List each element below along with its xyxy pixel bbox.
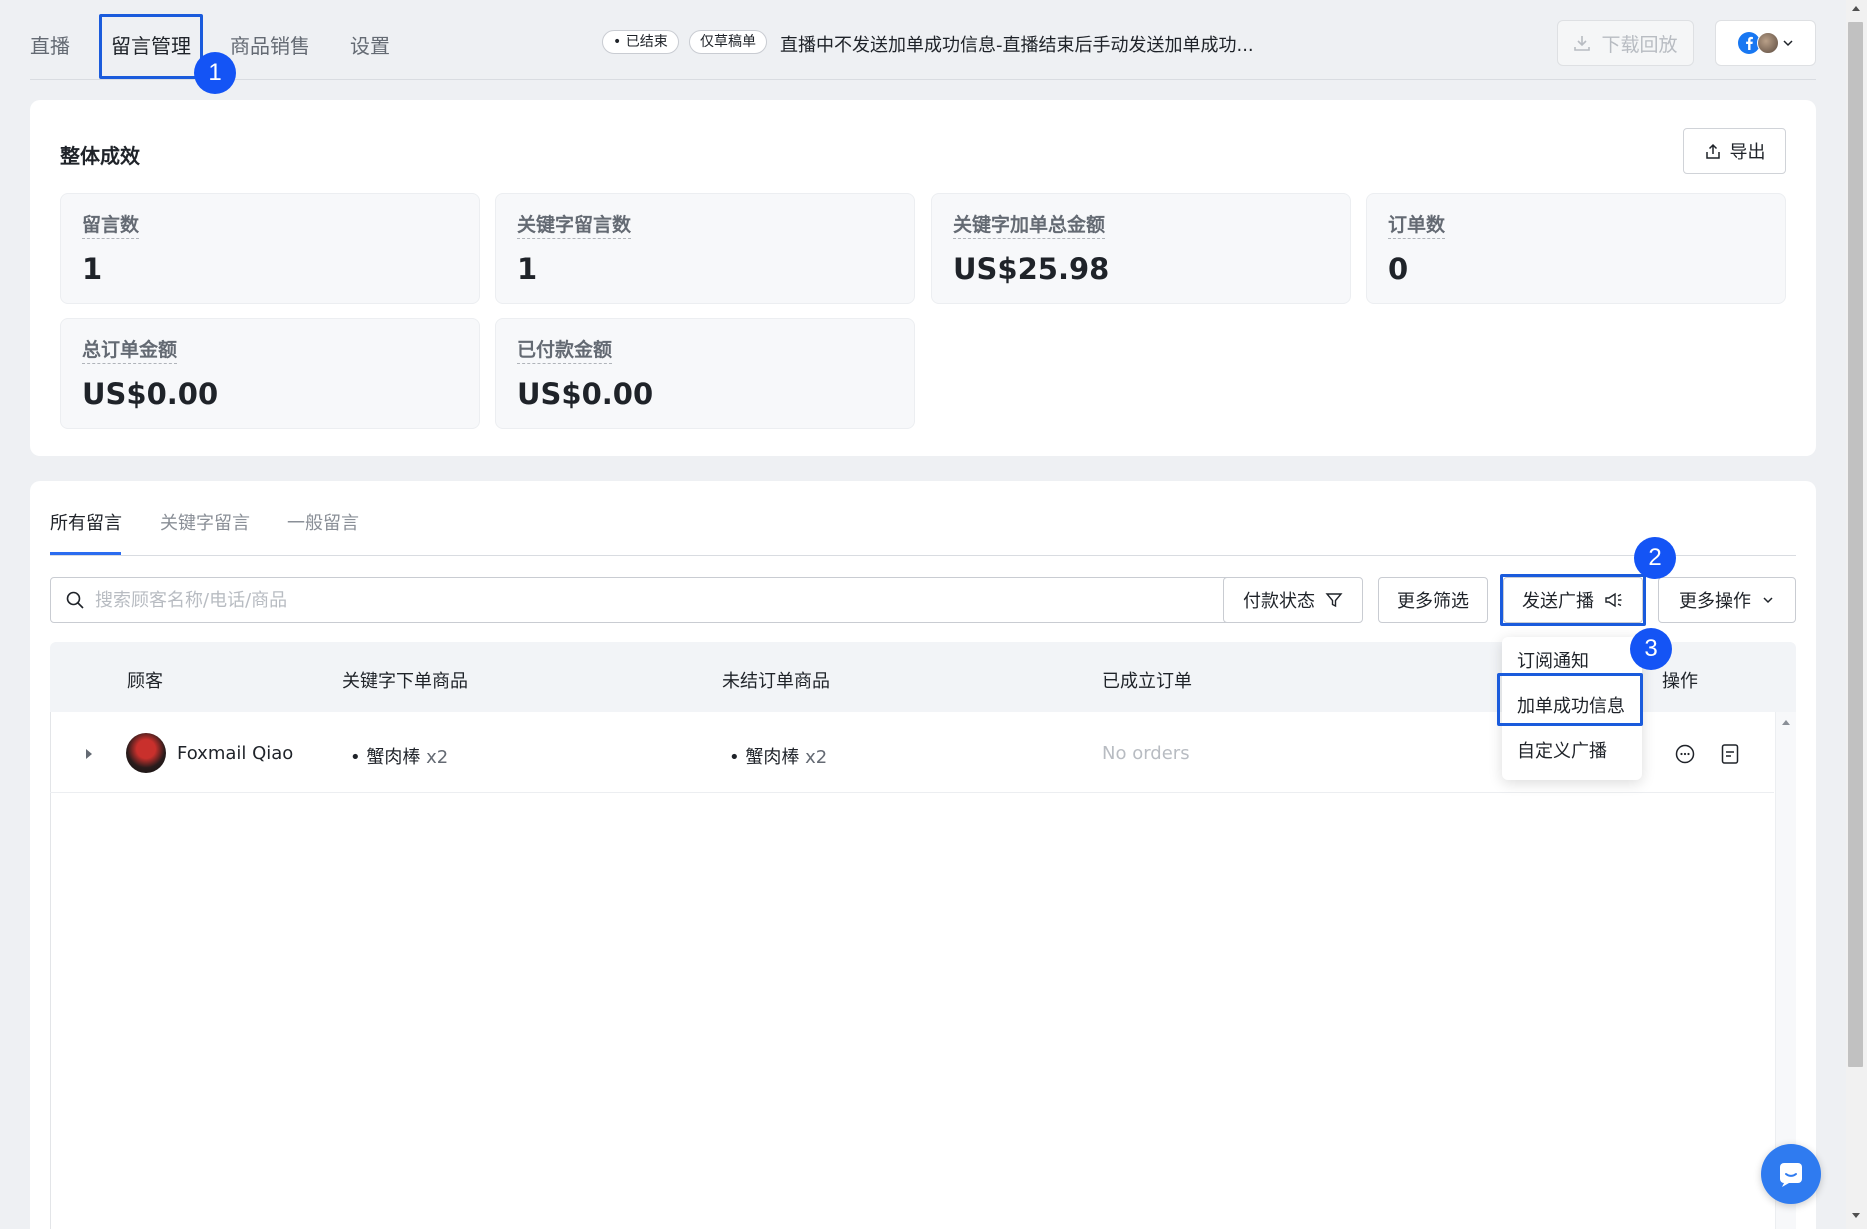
stat-label: 总订单金额 xyxy=(82,335,178,364)
open-item-name: 蟹肉棒 xyxy=(745,747,800,768)
keyword-item-name: 蟹肉棒 xyxy=(366,747,421,768)
stat-keyword-comments: 关键字留言数 1 xyxy=(495,193,915,304)
keyword-item: • 蟹肉棒 x2 xyxy=(350,747,449,768)
stat-value: 1 xyxy=(517,252,538,286)
draft-only-badge: 仅草稿单 xyxy=(689,30,767,54)
stat-label: 关键字加单总金额 xyxy=(953,210,1106,239)
open-item: • 蟹肉棒 x2 xyxy=(729,747,828,768)
highlight-box-comment-tab xyxy=(99,14,203,79)
chevron-down-icon xyxy=(1763,597,1773,604)
payment-status-filter[interactable]: 付款状态 xyxy=(1223,577,1363,623)
column-header-orders: 已成立订单 xyxy=(1102,671,1192,692)
stat-value: 1 xyxy=(82,252,103,286)
account-switcher[interactable] xyxy=(1715,20,1816,66)
stat-paid-amount: 已付款金额 US$0.00 xyxy=(495,318,915,429)
more-filters-button[interactable]: 更多筛选 xyxy=(1378,577,1488,623)
live-title: 直播中不发送加单成功信息-直播结束后手动发送加单成功... xyxy=(780,35,1254,56)
stat-order-count: 订单数 0 xyxy=(1366,193,1786,304)
stat-value: US$0.00 xyxy=(517,377,654,411)
download-replay-button[interactable]: 下载回放 xyxy=(1557,20,1694,66)
more-filters-label: 更多筛选 xyxy=(1397,591,1469,612)
tab-general-comments[interactable]: 一般留言 xyxy=(287,509,359,535)
keyword-item-qty: x2 xyxy=(426,747,449,768)
export-icon xyxy=(1705,143,1720,159)
message-icon[interactable] xyxy=(1674,743,1696,765)
stat-comments: 留言数 1 xyxy=(60,193,480,304)
column-header-open-items: 未结订单商品 xyxy=(722,671,830,692)
highlight-box-add-order-success xyxy=(1497,673,1643,726)
chat-support-button[interactable] xyxy=(1761,1144,1821,1204)
active-tab-indicator xyxy=(50,552,121,555)
filter-icon xyxy=(1325,593,1343,608)
stat-label: 已付款金额 xyxy=(517,335,613,364)
stat-label: 关键字留言数 xyxy=(517,210,632,239)
more-actions-label: 更多操作 xyxy=(1679,591,1751,612)
status-badge: • 已结束 xyxy=(602,30,679,54)
column-header-customer: 顾客 xyxy=(127,671,163,692)
scroll-up-arrow-icon[interactable] xyxy=(1851,4,1861,12)
step-badge-3: 3 xyxy=(1630,628,1672,670)
export-button[interactable]: 导出 xyxy=(1683,128,1786,174)
scroll-up-arrow-icon[interactable] xyxy=(1781,718,1791,726)
tab-live[interactable]: 直播 xyxy=(30,30,70,59)
avatar xyxy=(126,733,166,773)
page-scroll-thumb[interactable] xyxy=(1848,22,1863,1067)
chat-icon xyxy=(1780,1163,1802,1187)
orders-value: No orders xyxy=(1102,743,1190,764)
comments-card: 所有留言 关键字留言 一般留言 付款状态 更多筛选 发送广播 更多操作 顾客 关… xyxy=(30,481,1816,1229)
customer-name[interactable]: Foxmail Qiao xyxy=(177,743,293,764)
download-icon xyxy=(1574,36,1591,51)
stat-value: US$0.00 xyxy=(82,377,219,411)
chevron-down-icon xyxy=(1782,40,1793,47)
highlight-box-broadcast xyxy=(1500,574,1646,626)
stat-keyword-order-total: 关键字加单总金额 US$25.98 xyxy=(931,193,1351,304)
stat-value: 0 xyxy=(1388,252,1409,286)
column-header-actions: 操作 xyxy=(1662,671,1698,692)
stat-total-order-amount: 总订单金额 US$0.00 xyxy=(60,318,480,429)
stat-label: 留言数 xyxy=(82,210,140,239)
download-replay-label: 下载回放 xyxy=(1601,33,1678,56)
more-actions-button[interactable]: 更多操作 xyxy=(1658,577,1796,623)
step-badge-1: 1 xyxy=(194,52,236,94)
scroll-down-arrow-icon[interactable] xyxy=(1851,1212,1861,1220)
account-avatar xyxy=(1756,32,1779,54)
tab-all-comments[interactable]: 所有留言 xyxy=(50,509,122,535)
stat-value: US$25.98 xyxy=(953,252,1110,286)
payment-status-label: 付款状态 xyxy=(1243,591,1315,612)
search-icon xyxy=(66,591,84,609)
column-header-keyword-items: 关键字下单商品 xyxy=(342,671,468,692)
open-item-qty: x2 xyxy=(805,747,828,768)
summary-card: 整体成效 导出 留言数 1 关键字留言数 1 关键字加单总金额 US$25.98… xyxy=(30,100,1816,456)
menu-item-custom-broadcast[interactable]: 自定义广播 xyxy=(1517,737,1607,763)
menu-item-subscription-notice[interactable]: 订阅通知 xyxy=(1517,647,1589,673)
tab-keyword-comments[interactable]: 关键字留言 xyxy=(160,509,250,535)
tab-settings[interactable]: 设置 xyxy=(350,30,390,59)
stat-label: 订单数 xyxy=(1388,210,1446,239)
expand-row-icon[interactable] xyxy=(84,748,94,760)
tab-divider xyxy=(50,555,1796,556)
tab-product-sales[interactable]: 商品销售 xyxy=(230,30,310,59)
search-input[interactable] xyxy=(95,589,1195,611)
step-badge-2: 2 xyxy=(1634,537,1676,579)
search-box xyxy=(50,577,1239,623)
summary-title: 整体成效 xyxy=(60,144,140,168)
export-label: 导出 xyxy=(1729,142,1766,163)
note-icon[interactable] xyxy=(1720,743,1740,765)
